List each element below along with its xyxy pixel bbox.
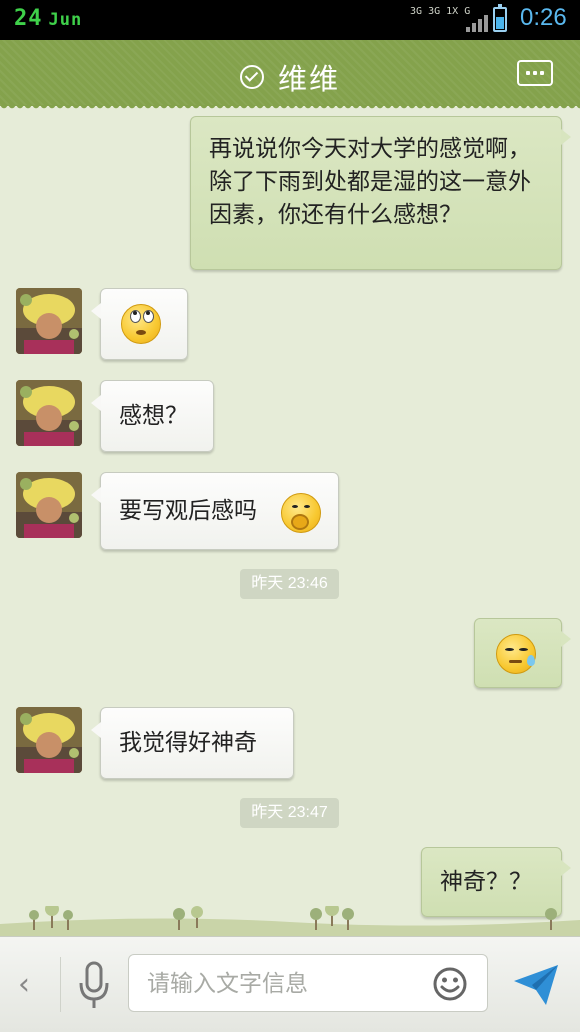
message-text: 神奇？？ bbox=[440, 869, 532, 895]
check-circle-icon bbox=[239, 65, 264, 89]
network-label: 1X bbox=[446, 6, 459, 17]
ground-decoration bbox=[0, 906, 580, 936]
microphone-icon[interactable] bbox=[78, 961, 110, 1011]
timestamp: 昨天 23:46 bbox=[240, 569, 339, 599]
smiley-icon[interactable] bbox=[432, 966, 468, 1002]
message-text: 再说说你今天对大学的感觉啊，除了下雨到处都是湿的这一意外因素，你还有什么感想？ bbox=[209, 136, 531, 228]
title-wrap: 维维 bbox=[0, 56, 580, 98]
status-date-day: 24 bbox=[14, 6, 43, 31]
input-bar: ‹ bbox=[0, 936, 580, 1032]
message-incoming[interactable]: 感想？ bbox=[91, 380, 214, 452]
send-plane-icon[interactable] bbox=[512, 963, 560, 1007]
message-input[interactable] bbox=[145, 967, 419, 1001]
chevron-left-icon[interactable]: ‹ bbox=[18, 967, 30, 1002]
shy-emoji bbox=[281, 493, 321, 533]
message-text: 感想？ bbox=[119, 403, 188, 429]
status-date: 24 Jun bbox=[14, 6, 82, 31]
battery-icon bbox=[493, 4, 507, 32]
status-time: 0:26 bbox=[520, 4, 567, 31]
message-incoming[interactable] bbox=[91, 288, 188, 360]
divider bbox=[60, 957, 61, 1012]
message-incoming[interactable]: 我觉得好神奇 bbox=[91, 707, 294, 779]
message-outgoing[interactable]: 再说说你今天对大学的感觉啊，除了下雨到处都是湿的这一意外因素，你还有什么感想？ bbox=[190, 116, 571, 270]
page-title: 维维 bbox=[277, 62, 340, 96]
avatar[interactable] bbox=[16, 472, 82, 538]
sweat-emoji bbox=[496, 634, 536, 674]
signal-bars-icon bbox=[464, 15, 488, 32]
message-text: 我觉得好神奇 bbox=[119, 730, 257, 756]
network-label: 3G bbox=[428, 6, 441, 17]
title-bar: 维维 bbox=[0, 40, 580, 111]
timestamp: 昨天 23:47 bbox=[240, 798, 339, 828]
message-outgoing[interactable] bbox=[474, 618, 571, 688]
status-date-month: Jun bbox=[48, 10, 83, 30]
avatar[interactable] bbox=[16, 380, 82, 446]
rolling-eyes-emoji bbox=[121, 304, 161, 344]
chat-area[interactable]: 再说说你今天对大学的感觉啊，除了下雨到处都是湿的这一意外因素，你还有什么感想？ bbox=[0, 106, 580, 936]
network-label: 3G bbox=[410, 6, 423, 17]
avatar[interactable] bbox=[16, 707, 82, 773]
message-incoming[interactable]: 要写观后感吗 bbox=[91, 472, 339, 550]
avatar[interactable] bbox=[16, 288, 82, 354]
network-indicators: 3G 3G 1X G bbox=[410, 6, 488, 34]
more-icon[interactable] bbox=[517, 60, 553, 86]
status-bar: 24 Jun 3G 3G 1X G 0:26 bbox=[0, 0, 580, 40]
message-input-field[interactable] bbox=[128, 954, 488, 1012]
